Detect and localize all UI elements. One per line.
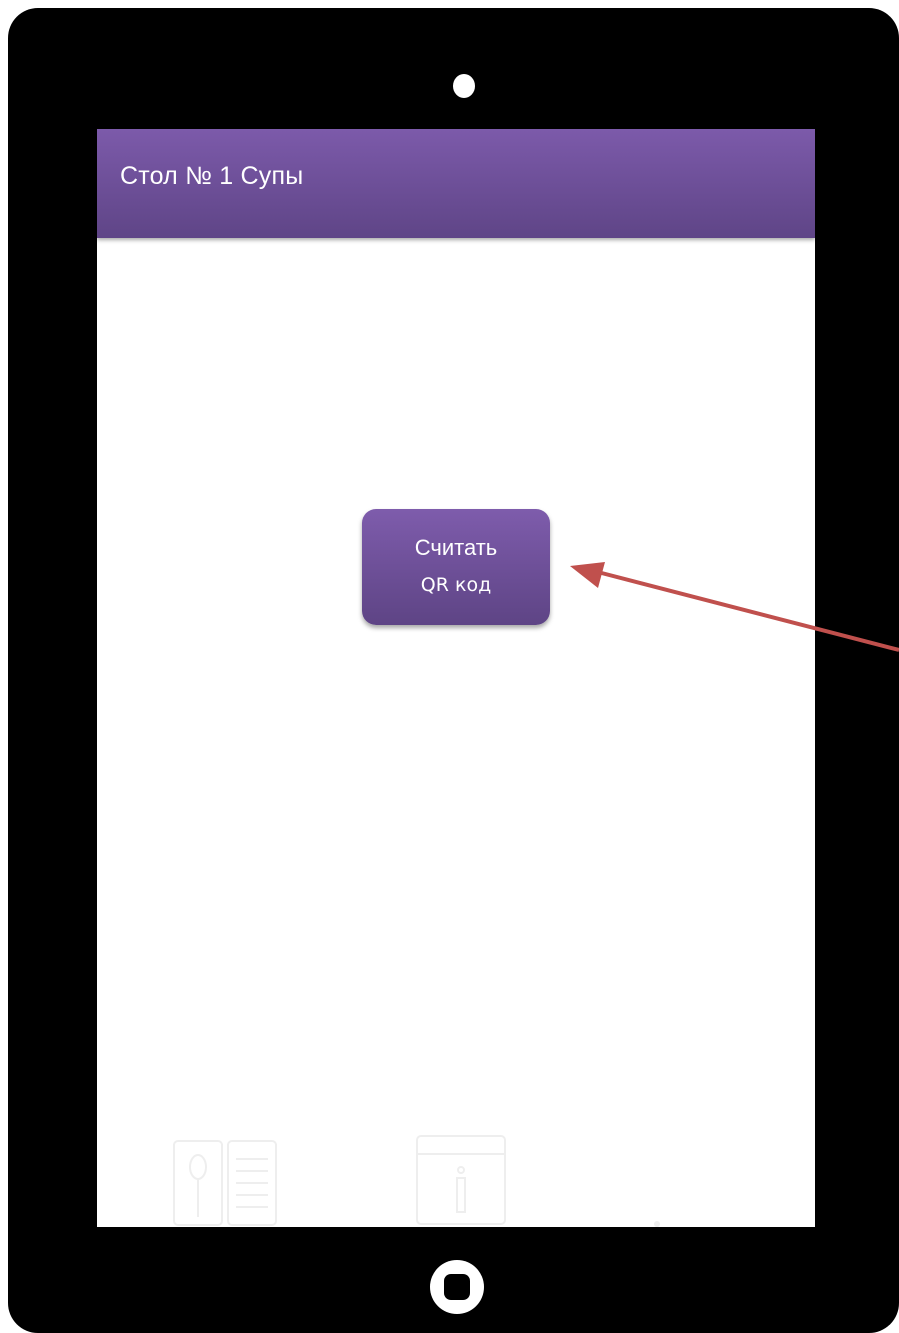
scan-qr-button-sublabel: QR код	[420, 574, 492, 596]
app-bar: Стол № 1 Супы	[97, 129, 815, 238]
camera-icon	[453, 74, 475, 98]
scan-qr-button-label: Считать	[414, 535, 498, 560]
annotation-arrow	[570, 562, 899, 652]
unknown-tab-icon[interactable]	[637, 1204, 677, 1227]
menu-book-icon[interactable]	[172, 1139, 282, 1227]
app-screen: Стол № 1 Супы Считать QR код	[97, 129, 815, 1227]
info-icon[interactable]	[415, 1134, 510, 1227]
home-button[interactable]	[430, 1260, 484, 1314]
page-title: Стол № 1 Супы	[120, 162, 304, 190]
home-button-inner	[444, 1274, 470, 1300]
scan-qr-button[interactable]: Считать QR код	[362, 509, 550, 625]
